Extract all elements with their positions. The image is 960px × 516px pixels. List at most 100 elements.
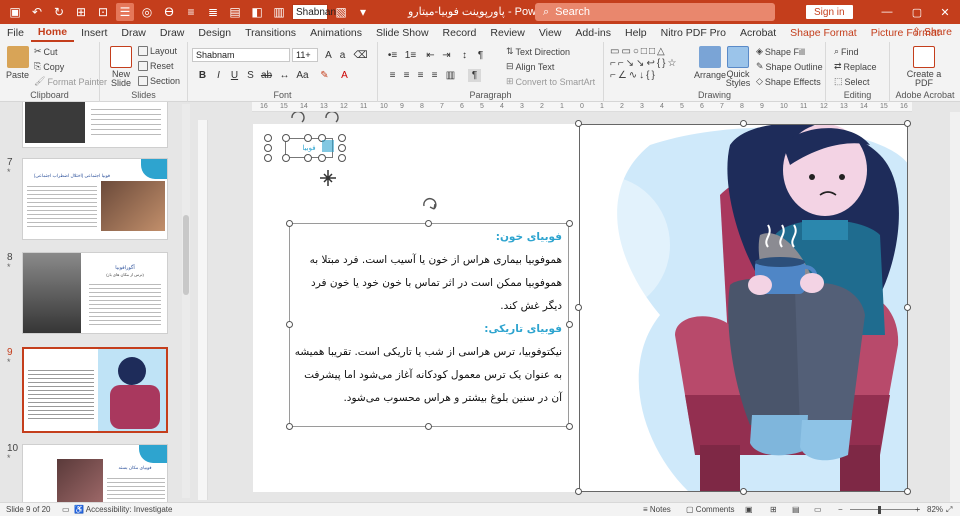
slide-thumbnail-10[interactable]: فوبیای مکان بسته [22,444,168,502]
align-center-icon[interactable]: ≡ [400,69,413,82]
textbox-handle[interactable] [566,423,573,430]
section-button[interactable]: Section [138,76,180,86]
slide-thumbnail-8[interactable]: آگورافوبیا (ترس از مکان های باز) [22,252,168,334]
font-size-select[interactable]: 11+ [292,48,318,62]
illustration-picture[interactable] [579,124,908,492]
maximize-icon[interactable]: ▢ [902,0,932,24]
italic-icon[interactable]: I [212,69,225,82]
close-icon[interactable]: ✕ [930,0,960,24]
shadow-icon[interactable]: S [244,69,257,82]
body-textbox[interactable]: فوبیای خون: هموفوبیا بیماری هراس از خون … [289,223,569,427]
font-family-select[interactable]: Shabnam [192,48,290,62]
zoom-level[interactable]: 82% [927,505,943,514]
slideshow-icon[interactable]: ⊞ [72,3,90,21]
justify-icon[interactable]: ≡ [428,69,441,82]
arrange-button[interactable]: Arrange [694,46,726,80]
reading-view-icon[interactable]: ▤ [792,505,800,514]
shapes-gallery[interactable]: ▭▭○□□△ ⌐⌐↘↘↩{}☆ ⌐∠∿↓{} [610,46,690,86]
tab-view[interactable]: View [532,24,569,42]
new-slide-button[interactable]: New Slide [108,46,134,88]
replace-button[interactable]: ⇄ Replace [834,61,877,72]
from-beginning-icon[interactable]: ⊡ [94,3,112,21]
format-icon[interactable]: Ɵ [160,3,178,21]
tab-help[interactable]: Help [618,24,654,42]
sign-in-button[interactable]: Sign in [806,5,853,19]
rtl-para-icon[interactable]: ¶ [468,69,481,82]
editor-vertical-scrollbar[interactable] [950,112,960,502]
layout-button[interactable]: Layout [138,46,177,56]
create-pdf-button[interactable]: Create a PDF [906,46,942,88]
share-button[interactable]: ⇪ Share [912,26,952,38]
zoom-slider[interactable] [850,509,920,510]
convert-smartart-button[interactable]: ⊞ Convert to SmartArt [506,76,595,87]
rotate-handle-icon[interactable] [420,196,440,214]
zoom-in-icon[interactable]: + [915,505,920,514]
select-button[interactable]: ⬚ Select [834,76,870,87]
textbox-handle[interactable] [566,321,573,328]
line-spacing-icon[interactable]: ↕ [458,49,471,62]
align-right-icon[interactable]: ≡ [414,69,427,82]
picture-handle[interactable] [904,120,911,127]
tab-draw[interactable]: Draw [114,24,153,42]
reset-button[interactable]: Reset [138,61,174,71]
shapes-icon[interactable]: ◧ [248,3,266,21]
tab-transitions[interactable]: Transitions [238,24,303,42]
align-icon[interactable]: ☰ [116,3,134,21]
textbox-handle[interactable] [286,423,293,430]
paste-button[interactable]: Paste [6,46,29,80]
underline-icon[interactable]: U [228,69,241,82]
quick-styles-button[interactable]: Quick Styles [726,46,750,88]
textbox-handle[interactable] [286,220,293,227]
slide-thumbnail-6[interactable] [22,102,168,148]
picture-handle[interactable] [740,120,747,127]
find-button[interactable]: ⌕ Find [834,46,859,57]
columns-icon[interactable]: ▥ [444,69,457,82]
tab-design[interactable]: Design [191,24,238,42]
shape-fill-button[interactable]: ◈ Shape Fill [756,46,805,57]
highlight-icon[interactable]: ✎ [318,69,331,82]
tab-add-ins[interactable]: Add-ins [568,24,618,42]
notes-pane-icon[interactable]: ▭ [62,505,70,514]
tab-slide-show[interactable]: Slide Show [369,24,436,42]
slide-thumbnail-7[interactable]: فوبیا اجتماعی (اختلال اضطراب اجتماعی) [22,158,168,240]
tab-record[interactable]: Record [436,24,484,42]
picture-handle[interactable] [740,488,747,495]
tab-file[interactable]: File [0,24,31,42]
tab-draw[interactable]: Draw [153,24,192,42]
strike-icon[interactable]: ab [260,69,273,82]
tab-insert[interactable]: Insert [74,24,114,42]
accessibility-status[interactable]: ♿ Accessibility: Investigate [74,505,172,514]
textbox-handle[interactable] [286,321,293,328]
tab-nitro-pdf-pro[interactable]: Nitro PDF Pro [654,24,733,42]
textbox-handle[interactable] [425,423,432,430]
rtl-icon[interactable]: ¶ [474,49,487,62]
zoom-slider-thumb[interactable] [878,506,881,514]
grow-font-icon[interactable]: A [322,49,335,62]
slide-thumbnail-9[interactable] [22,347,168,433]
picture-handle[interactable] [575,488,582,495]
clear-format-icon[interactable]: ⌫ [353,49,367,62]
indent-increase-icon[interactable]: ⇥ [440,49,453,62]
shape-outline-button[interactable]: ✎ Shape Outline [756,61,823,72]
tab-acrobat[interactable]: Acrobat [733,24,783,42]
indent-decrease-icon[interactable]: ⇤ [424,49,437,62]
color-icon[interactable]: ▧ [332,3,350,21]
numbering-icon[interactable]: ≣ [204,3,222,21]
notes-button[interactable]: ≡ Notes [643,505,671,514]
picture-handle[interactable] [575,304,582,311]
shape-effects-button[interactable]: ◇ Shape Effects [756,76,821,87]
bullets-icon[interactable]: •≡ [386,49,399,62]
tab-home[interactable]: Home [30,24,75,42]
qat-font-box[interactable]: Shabnan [292,4,336,20]
minimize-icon[interactable]: — [872,0,902,24]
normal-view-icon[interactable]: ▣ [745,505,753,514]
zoom-out-icon[interactable]: − [838,505,843,514]
redo-icon[interactable]: ↻ [50,3,68,21]
align-text-button[interactable]: ⊟ Align Text [506,61,554,72]
bullets-icon[interactable]: ≡ [182,3,200,21]
textbox-handle[interactable] [566,220,573,227]
spacing-icon[interactable]: ↔ [278,69,291,82]
shrink-font-icon[interactable]: a [336,49,349,62]
case-icon[interactable]: Aa [296,69,309,82]
undo-icon[interactable]: ↶ [28,3,46,21]
